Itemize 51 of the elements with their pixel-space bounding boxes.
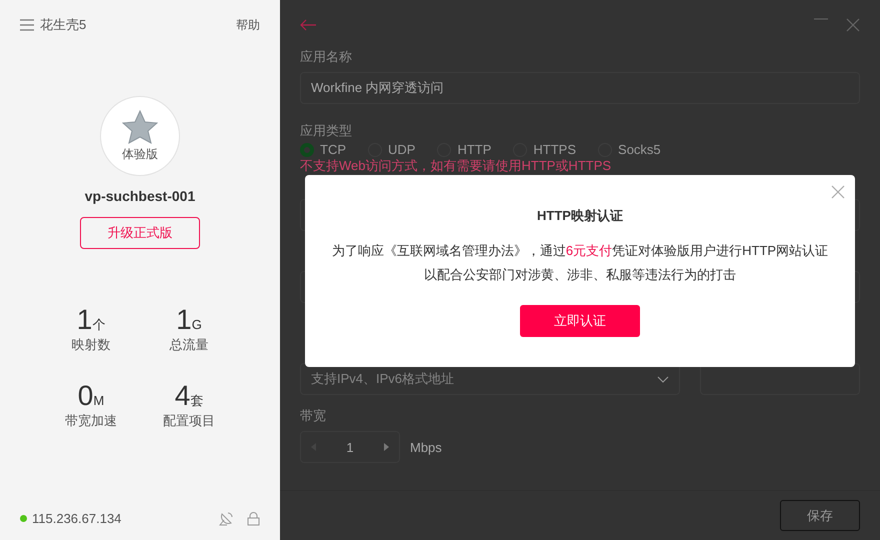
stat-value: 4: [174, 380, 190, 412]
caret-right-icon: [384, 443, 389, 451]
dialog-message: 以配合公安部门对涉黄、涉非、私服等违法行为的打击: [424, 266, 736, 284]
chevron-down-icon: [657, 376, 669, 382]
field-label: 应用名称: [300, 48, 353, 66]
stat-value: 1: [76, 304, 92, 336]
back-button[interactable]: [300, 19, 316, 31]
type-warning: 不支持Web访问方式，如有需要请使用HTTP或HTTPS: [300, 157, 612, 175]
close-button[interactable]: [846, 18, 860, 32]
save-button[interactable]: 保存: [780, 500, 860, 531]
stat-unit: G: [192, 317, 202, 332]
satellite-icon: [219, 512, 233, 526]
account-name: vp-suchbest-001: [84, 188, 196, 204]
stat-label: 配置项目: [163, 412, 215, 430]
bandwidth-stepper[interactable]: 1: [300, 431, 400, 463]
stat-label: 映射数: [72, 336, 110, 354]
field-label: 应用类型: [300, 122, 353, 140]
minimize-icon: [814, 18, 828, 20]
stat-label: 总流量: [170, 336, 208, 354]
field-label: 带宽: [300, 407, 327, 425]
lock-icon: [247, 512, 260, 526]
stat-label: 带宽加速: [65, 412, 117, 430]
bandwidth-unit: Mbps: [410, 440, 442, 454]
stat-unit: 个: [92, 316, 106, 334]
lock-button[interactable]: [247, 512, 260, 526]
verify-button[interactable]: 立即认证: [520, 305, 640, 337]
menu-button[interactable]: [20, 19, 34, 31]
dialog-close-button[interactable]: [831, 185, 845, 199]
satellite-button[interactable]: [219, 512, 233, 526]
stat-value: 0: [78, 380, 94, 412]
dialog-message: 为了响应《互联网域名管理办法》，通过6元支付凭证对体验版用户进行HTTP网站认证: [332, 242, 828, 260]
type-radio[interactable]: UDP: [368, 142, 416, 157]
stat-unit: M: [93, 393, 104, 408]
edition-label: 体验版: [122, 146, 158, 162]
name-input[interactable]: Workfine 内网穿透访问: [300, 72, 860, 104]
star-icon: [122, 110, 158, 144]
type-radio[interactable]: HTTP: [437, 142, 492, 157]
upgrade-button[interactable]: 升级正式版: [80, 217, 200, 249]
stat-value: 1: [176, 304, 192, 336]
close-icon: [846, 18, 860, 32]
menu-icon: [20, 19, 34, 31]
close-icon: [831, 185, 845, 199]
dialog-title: HTTP映射认证: [537, 207, 623, 225]
help-link[interactable]: 帮助: [236, 16, 260, 34]
back-arrow-icon: [300, 19, 316, 31]
stat-unit: 套: [190, 392, 204, 410]
app-title: 花生壳5: [40, 16, 86, 34]
type-radio[interactable]: TCP: [300, 142, 346, 157]
ip-address: 115.236.67.134: [32, 511, 122, 526]
type-radio[interactable]: Socks5: [598, 142, 661, 157]
type-radio[interactable]: HTTPS: [513, 142, 576, 157]
